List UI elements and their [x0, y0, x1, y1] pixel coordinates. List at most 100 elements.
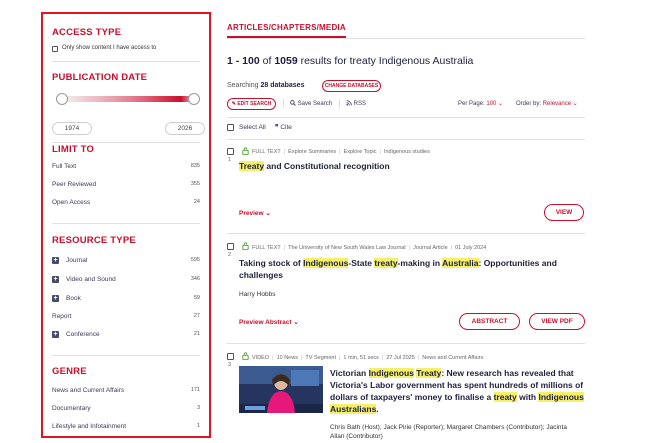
facet-documentary[interactable]: Documentary 3	[52, 404, 200, 414]
title-text: -making in	[397, 258, 443, 268]
facet-label: Journal	[66, 257, 88, 264]
facet-video-and-sound[interactable]: + Video and Sound 346	[52, 275, 200, 285]
result-title[interactable]: Victorian Indigenous Treaty: New researc…	[330, 367, 585, 415]
divider	[52, 61, 200, 62]
facet-count: 24	[193, 199, 200, 205]
result-authors: Harry Hobbs	[239, 291, 276, 298]
per-page-label: Per Page:	[458, 101, 485, 107]
result-meta: FULL TEXT | The University of New South Wa…	[252, 245, 487, 251]
facet-report[interactable]: Report 27	[52, 312, 200, 322]
title-highlight: Treaty	[416, 368, 442, 378]
facet-label: Conference	[66, 331, 100, 338]
result-divider	[227, 343, 585, 344]
expand-plus-icon[interactable]: +	[52, 331, 59, 338]
result-authors: Chris Bath (Host); Jack Pirie (Reporter)…	[330, 424, 567, 440]
facet-journal[interactable]: + Journal 595	[52, 256, 200, 266]
facet-count: 595	[190, 257, 200, 263]
order-by-label: Order by:	[516, 101, 542, 107]
meta-source[interactable]: The University of New South Wales Law Jo…	[288, 245, 406, 251]
view-button[interactable]: VIEW	[544, 204, 584, 221]
facet-label: News and Current Affairs	[52, 387, 125, 394]
facet-label: Lifestyle and Infotainment	[52, 423, 127, 430]
facet-label: Documentary	[52, 405, 91, 412]
facet-open-access[interactable]: Open Access 24	[52, 198, 200, 208]
access-checkbox[interactable]	[52, 46, 58, 52]
save-search-button[interactable]: Save Search	[290, 100, 332, 107]
expand-plus-icon[interactable]: +	[52, 276, 59, 283]
meta-type: TV Segment	[305, 355, 336, 361]
facet-count: 1	[196, 423, 200, 429]
rss-icon	[346, 100, 352, 106]
edit-search-button[interactable]: ✎ EDIT SEARCH	[227, 98, 276, 110]
title-text: with	[516, 392, 539, 402]
resource-type-heading: RESOURCE TYPE	[52, 235, 136, 246]
facet-label: Report	[52, 313, 72, 320]
filter-sidebar: ACCESS TYPE Only show content I have acc…	[41, 12, 211, 438]
per-page-value: 100	[486, 101, 497, 107]
expand-plus-icon[interactable]: +	[52, 295, 59, 302]
facet-count: 3	[196, 405, 200, 411]
searching-databases: Searching 28 databases	[227, 82, 304, 89]
tab-rule	[227, 38, 585, 39]
title-highlight: Treaty	[239, 161, 265, 171]
expand-plus-icon[interactable]: +	[52, 257, 59, 264]
date-slider-max-handle[interactable]	[188, 93, 200, 105]
change-databases-button[interactable]: CHANGE DATABASES	[322, 80, 381, 92]
meta-source[interactable]: 10 News	[277, 355, 298, 361]
facet-peer-reviewed[interactable]: Peer Reviewed 355	[52, 180, 200, 190]
facet-news-current-affairs[interactable]: News and Current Affairs 171	[52, 386, 200, 396]
results-of: of	[262, 55, 272, 67]
title-highlight: Indigenous	[303, 258, 349, 268]
year-from-input[interactable]: 1974	[52, 122, 92, 135]
edit-search-label: EDIT SEARCH	[237, 101, 272, 107]
rss-label: RSS	[353, 101, 367, 107]
select-all-checkbox[interactable]	[227, 124, 234, 131]
title-highlight: Indigenous	[368, 368, 414, 378]
select-all-label[interactable]: Select All	[239, 124, 266, 131]
title-text: and Constitutional recognition	[264, 161, 390, 171]
facet-lifestyle-infotainment[interactable]: Lifestyle and Infotainment 1	[52, 422, 200, 432]
result-checkbox[interactable]	[227, 243, 234, 250]
facet-label: Video and Sound	[66, 276, 116, 283]
explore-topic-link[interactable]: Explore Topic	[344, 149, 377, 155]
tab-articles-chapters-media[interactable]: ARTICLES/CHAPTERS/MEDIA	[227, 23, 346, 32]
result-title[interactable]: Taking stock of Indigenous-State treaty-…	[239, 257, 579, 281]
result-checkbox[interactable]	[227, 353, 234, 360]
save-search-label: Save Search	[297, 101, 333, 107]
access-checkbox-label: Only show content I have access to	[62, 45, 157, 51]
result-checkbox[interactable]	[227, 148, 234, 155]
facet-label: Book	[66, 295, 81, 302]
results-summary: 1 - 100 of 1059 results for treaty Indig…	[227, 55, 473, 67]
meta-duration: 1 min, 51 secs	[343, 355, 379, 361]
per-page-select[interactable]: Per Page: 100 ⌄	[458, 100, 503, 107]
year-to-input[interactable]: 2026	[165, 122, 205, 135]
date-slider-min-handle[interactable]	[56, 93, 68, 105]
rss-button[interactable]: RSS	[346, 100, 366, 107]
meta-subject: Indigenous studies	[383, 149, 430, 155]
toolbar-separator	[283, 99, 284, 108]
preview-label: Preview	[239, 210, 264, 217]
cite-label: Cite	[280, 124, 292, 131]
result-index: 3	[228, 362, 232, 368]
title-highlight: Australia	[442, 258, 479, 268]
facet-count: 59	[193, 295, 200, 301]
view-pdf-button[interactable]: VIEW PDF	[529, 313, 585, 330]
meta-full-text: FULL TEXT	[252, 245, 281, 251]
abstract-button[interactable]: ABSTRACT	[459, 313, 520, 330]
order-by-select[interactable]: Order by: Relevance ⌄	[516, 100, 578, 107]
facet-conference[interactable]: + Conference 21	[52, 330, 200, 340]
date-range-track[interactable]	[62, 96, 194, 102]
title-text: Victorian	[330, 368, 369, 378]
explore-summaries-link[interactable]: Explore Summaries	[288, 149, 336, 155]
result-meta: VIDEO | 10 News | TV Segment | 1 min, 51 secs |…	[252, 355, 484, 361]
preview-toggle[interactable]: Preview ⌄	[239, 209, 271, 217]
result-index: 2	[228, 252, 232, 258]
video-thumbnail[interactable]	[239, 366, 323, 413]
result-title[interactable]: Treaty and Constitutional recognition	[239, 160, 390, 172]
preview-abstract-toggle[interactable]: Preview Abstract ⌄	[239, 318, 299, 326]
facet-book[interactable]: + Book 59	[52, 294, 200, 304]
cite-button[interactable]: ❞ Cite	[275, 123, 292, 131]
facet-full-text[interactable]: Full Text 835	[52, 162, 200, 172]
result-index: 1	[228, 157, 232, 163]
divider	[52, 142, 200, 143]
